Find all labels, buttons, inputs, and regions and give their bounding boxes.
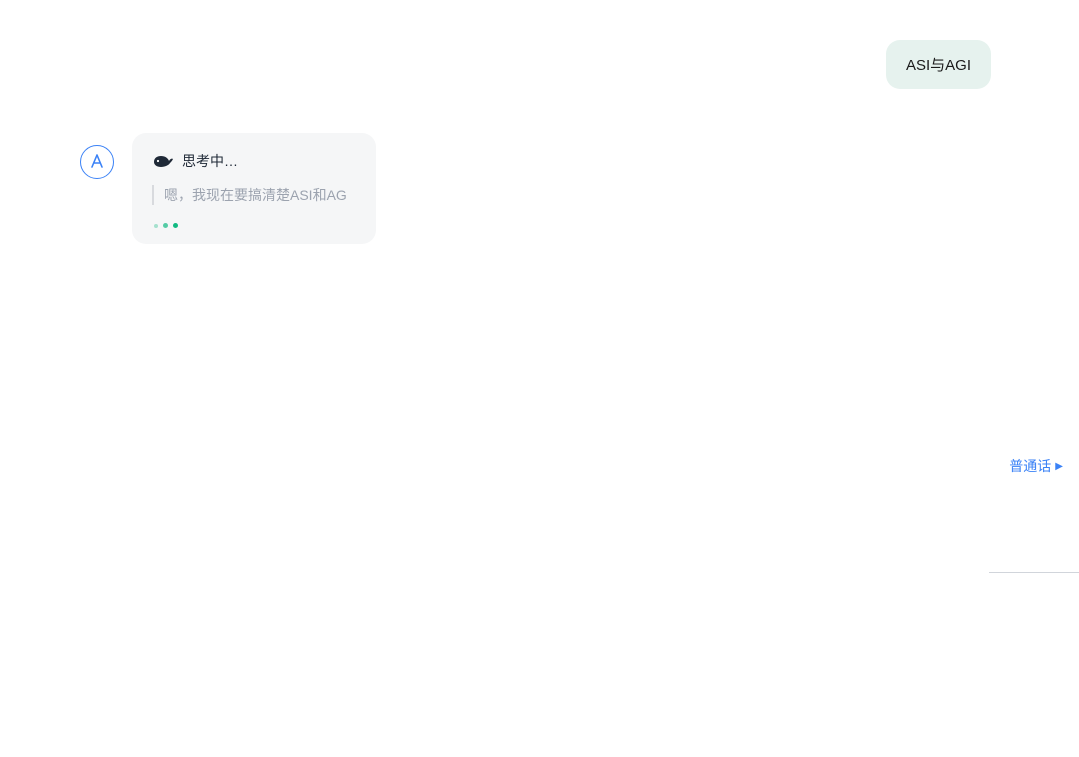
loading-dot [173, 223, 178, 228]
assistant-message-row: 思考中… 嗯，我现在要搞清楚ASI和AG [80, 133, 376, 244]
user-message-bubble: ASI与AGI [886, 40, 991, 89]
language-switch[interactable]: 普通话 ▶ [1009, 456, 1063, 476]
thinking-preview-text: 嗯，我现在要搞清楚ASI和AG [152, 185, 356, 205]
language-label: 普通话 [1009, 456, 1051, 476]
thinking-box: 思考中… 嗯，我现在要搞清楚ASI和AG [132, 133, 376, 244]
caret-right-icon: ▶ [1055, 461, 1063, 472]
loading-dots [154, 223, 356, 228]
whale-icon [152, 153, 172, 169]
chat-area: ASI与AGI 思考中… 嗯，我现在要搞清楚ASI和AG [0, 0, 1079, 757]
user-message-text: ASI与AGI [906, 57, 971, 74]
assistant-avatar [80, 145, 114, 179]
loading-dot [154, 224, 158, 228]
loading-dot [163, 223, 168, 228]
right-panel-divider [989, 572, 1079, 573]
avatar-icon [89, 154, 105, 171]
thinking-header: 思考中… [152, 151, 356, 171]
thinking-label: 思考中… [182, 151, 238, 171]
